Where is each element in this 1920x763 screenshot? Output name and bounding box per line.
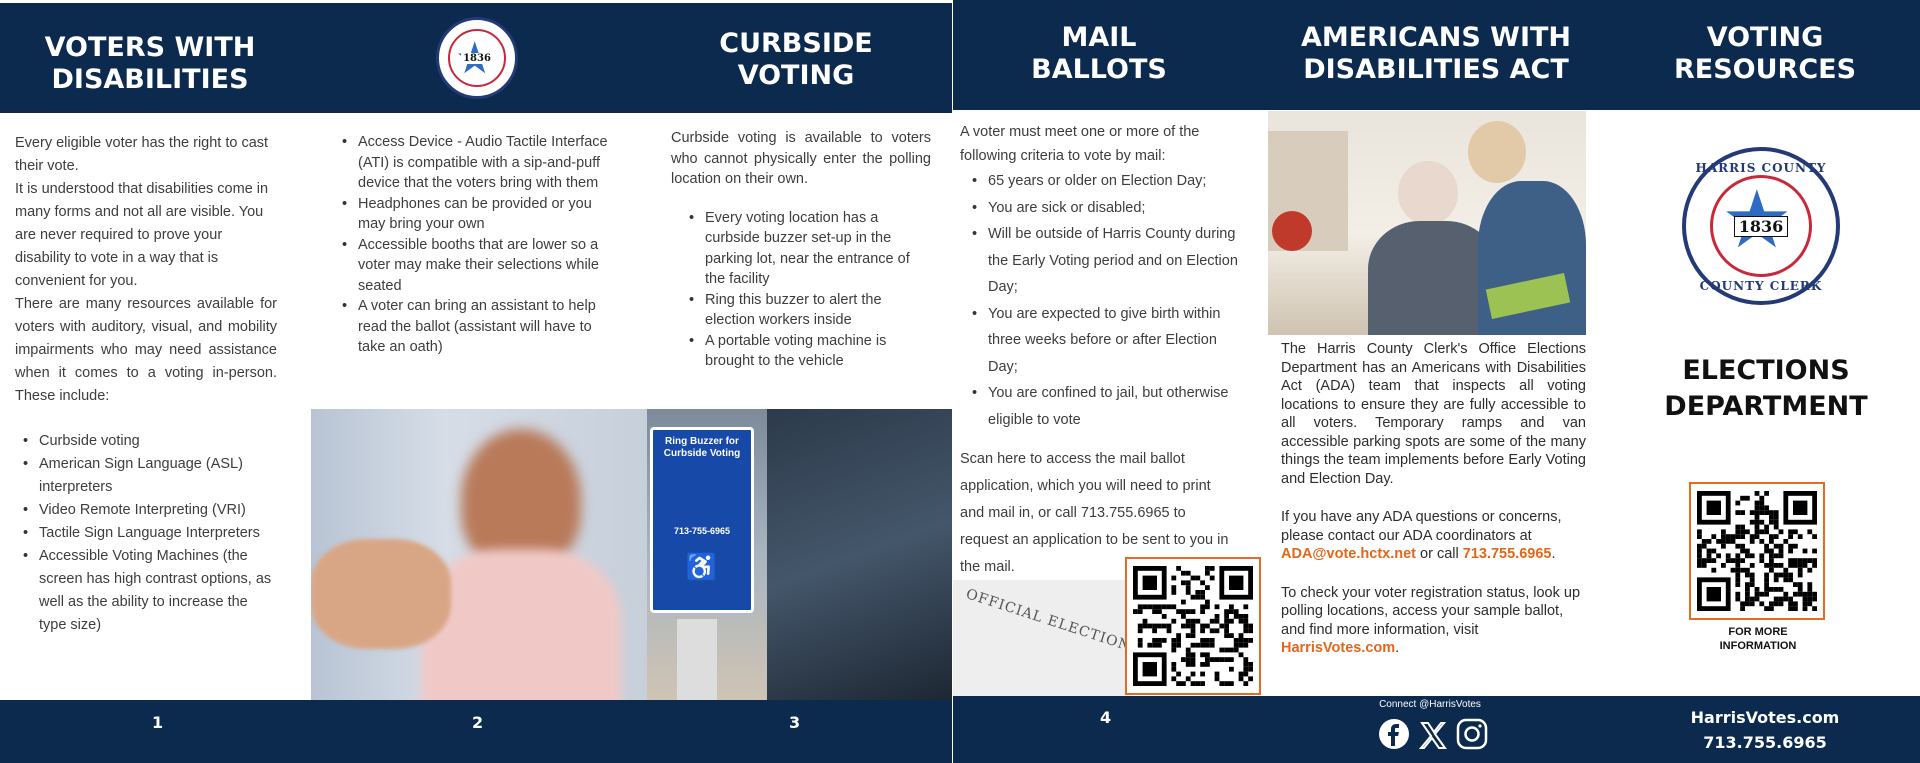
ada-email-link[interactable]: ADA@vote.hctx.net [1281,546,1416,562]
hands-foreground [311,539,451,649]
mail-intro: A voter must meet one or more of the fol… [960,124,1200,164]
sign-title: Ring Buzzer for Curbside Voting [663,436,741,459]
page-number-3: 3 [789,713,801,732]
envelope-text: OFFICIAL ELECTION MAIL [963,586,1133,670]
ada-para-2: If you have any ADA questions or concern… [1281,508,1586,564]
ada-para-3-text: To check your voter registration status,… [1281,584,1581,638]
list-item: You are sick or disabled; [964,195,1238,222]
page-number-1: 1 [152,713,164,732]
elections-department-title: ELECTIONS DEPARTMENT [1664,355,1868,422]
vwd-para-2: It is understood that disabilities come … [15,181,269,289]
list-item: A voter can bring an assistant to help r… [334,296,616,358]
mail-ballots-title: MAIL BALLOTS [1031,22,1167,86]
vwd-para-3: There are many resources available for v… [15,296,277,404]
car-window [767,409,952,700]
seal-text-bottom: COUNTY CLERK [1699,279,1823,293]
ada-phone-link[interactable]: 713.755.6965 [1463,546,1552,562]
kettle [1272,211,1312,251]
ada-para-3: To check your voter registration status,… [1281,584,1586,658]
list-item: American Sign Language (ASL) interpreter… [15,453,277,499]
sign-phone: 713-755-6965 [673,526,731,536]
facebook-icon[interactable] [1378,718,1410,750]
list-item: Accessible Voting Machines (the screen h… [15,545,277,637]
page-number-4: 4 [1100,708,1112,727]
curbside-buzzer-photo: Ring Buzzer for Curbside Voting 713-755-… [647,409,952,700]
list-item: Every voting location has a curbside buz… [681,208,931,290]
list-item: Headphones can be provided or you may br… [334,194,616,235]
list-item: 65 years or older on Election Day; [964,168,1238,195]
x-icon[interactable] [1419,718,1447,750]
curbside-voting-title: CURBSIDE VOTING [719,28,873,92]
sign-language-photo [311,409,647,700]
footer-site[interactable]: HarrisVotes.com [1610,708,1920,727]
election-mail-envelope: OFFICIAL ELECTION MAIL [953,580,1133,696]
list-item: Curbside voting [15,430,277,453]
harrisvotes-link[interactable]: HarrisVotes.com [1281,640,1395,656]
connect-label: Connect @HarrisVotes [1379,699,1481,710]
voting-resources-title: VOTING RESOURCES [1673,22,1857,86]
list-item: Ring this buzzer to alert the election w… [681,290,931,331]
qr-caption: FOR MORE INFORMATION [1719,626,1797,652]
ada-para-2-text-b: or call [1416,546,1463,562]
voters-with-disabilities-text: Every eligible voter has the right to ca… [15,132,277,637]
vwd-para-1: Every eligible voter has the right to ca… [15,135,269,174]
curbside-intro: Curbside voting is available to voters w… [671,130,931,187]
mail-ballots-text: A voter must meet one or more of the fol… [960,120,1238,433]
list-item: A portable voting machine is brought to … [681,331,931,372]
ada-para-2-end: . [1551,546,1556,562]
list-item: You are confined to jail, but otherwise … [964,380,1238,433]
interpreter-figure [461,429,581,569]
wheelchair-icon: ♿ [685,552,719,582]
ada-para-1: The Harris County Clerk's Office Electio… [1281,341,1586,487]
footer-phone[interactable]: 713.755.6965 [1610,733,1920,752]
buzzer-sign: Ring Buzzer for Curbside Voting 713-755-… [650,427,754,613]
list-item: Accessible booths that are lower so a vo… [334,235,616,297]
voters-with-disabilities-title: VOTERS WITH DISABILITIES [44,32,256,96]
ada-para-3-end: . [1395,640,1400,656]
list-item: Video Remote Interpreting (VRI) [15,499,277,522]
older-woman-head [1398,161,1458,225]
accessibility-devices-text: Access Device - Audio Tactile Interface … [334,132,616,358]
seal-year: 1836 [1733,215,1789,237]
list-item: Tactile Sign Language Interpreters [15,522,277,545]
list-item: You are expected to give birth within th… [964,301,1238,381]
page-number-2: 2 [472,713,484,732]
interpreter-body [421,549,621,700]
helper-head [1468,121,1526,183]
social-icons [1378,718,1488,750]
instagram-icon[interactable] [1456,718,1488,750]
qr-code-icon [1697,491,1817,611]
qr-code-icon [1133,566,1253,686]
vwd-list: Curbside voting American Sign Language (… [15,430,277,637]
more-info-qr-code[interactable] [1689,482,1825,620]
seniors-photo [1268,111,1586,335]
seal-year: 1836 [461,52,493,64]
buzzer-post [677,619,717,700]
curbside-voting-text: Curbside voting is available to voters w… [671,128,931,372]
ada-para-2-text: If you have any ADA questions or concern… [1281,509,1562,544]
list-item: Will be outside of Harris County during … [964,221,1238,301]
seal-text-top: HARRIS COUNTY [1695,161,1827,175]
ada-text: The Harris County Clerk's Office Electio… [1281,340,1586,658]
harris-county-seal-large: HARRIS COUNTY ★ 1836 COUNTY CLERK [1682,147,1840,305]
list-item: Access Device - Audio Tactile Interface … [334,132,616,194]
mail-ballot-qr-code[interactable] [1125,557,1261,695]
ada-title: AMERICANS WITH DISABILITIES ACT [1300,22,1572,86]
harris-county-seal-small: ★ 1836 [436,17,518,99]
